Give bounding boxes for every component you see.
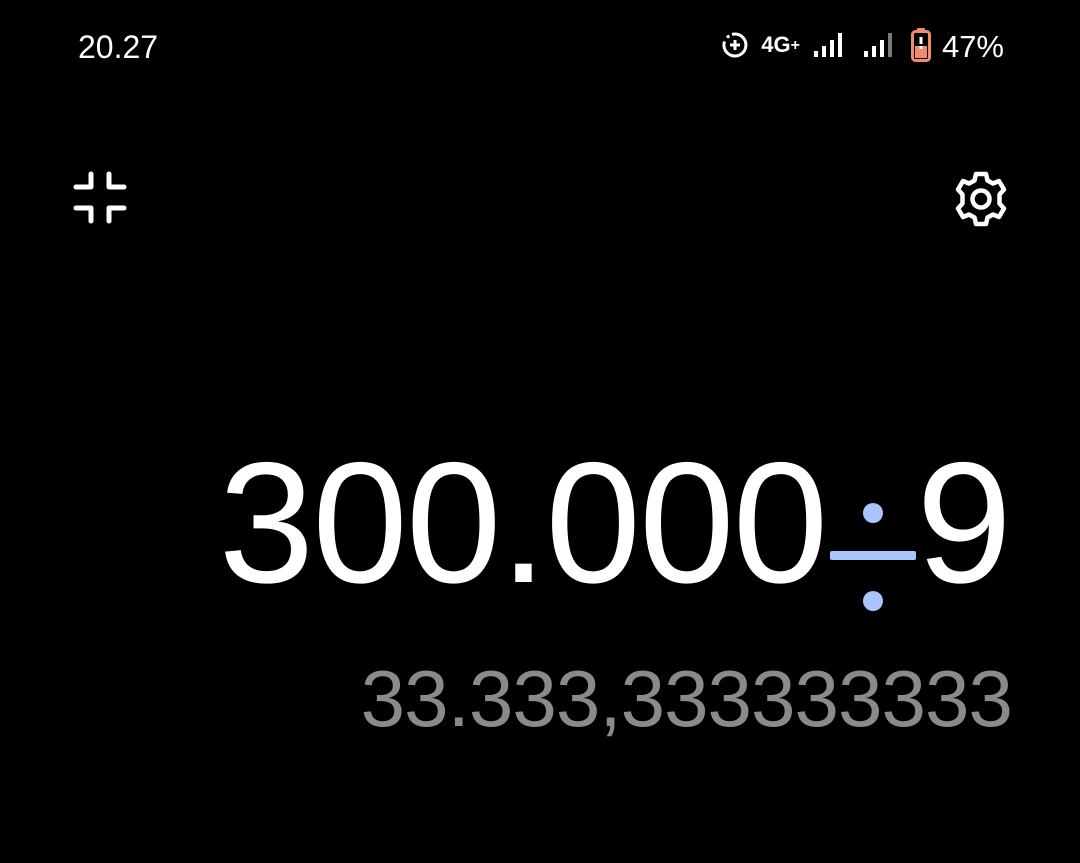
settings-button[interactable] — [952, 170, 1010, 228]
collapse-icon — [73, 171, 127, 224]
status-icons: 4G+ 47% — [721, 26, 1004, 68]
collapse-button[interactable] — [70, 170, 130, 226]
result-preview: 33.333,333333333 — [360, 654, 1013, 743]
battery-percent: 47% — [941, 29, 1004, 64]
signal-strength-icon — [812, 31, 844, 64]
gear-icon — [955, 171, 1007, 227]
operand-2: 9 — [916, 427, 1012, 619]
data-saver-icon — [721, 31, 749, 64]
divide-icon — [830, 503, 917, 611]
operand-1: 300.000 — [218, 427, 829, 619]
status-bar: 20.27 4G+ 47% — [0, 0, 1080, 96]
signal-strength-icon-sim2 — [862, 31, 894, 64]
network-type-label: 4G+ — [761, 31, 800, 57]
divide-operator: ÷ — [826, 468, 920, 611]
battery-icon — [910, 27, 932, 68]
status-time: 20.27 — [78, 29, 159, 65]
expression-display[interactable]: 300.000 ÷ 9 — [218, 427, 1012, 619]
